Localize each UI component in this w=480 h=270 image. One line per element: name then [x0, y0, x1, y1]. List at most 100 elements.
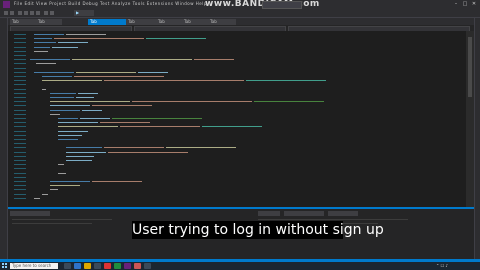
store-icon[interactable]: [94, 263, 101, 269]
code-token: [36, 63, 56, 65]
code-token: [50, 181, 90, 182]
right-dock-strip[interactable]: [474, 18, 480, 260]
code-token: [66, 147, 102, 149]
line-number: [14, 113, 26, 115]
line-number: [14, 59, 26, 61]
maximize-icon[interactable]: □: [461, 1, 469, 7]
code-token: [50, 113, 60, 115]
code-token: [66, 151, 106, 153]
line-number: [14, 97, 26, 98]
code-token: [66, 160, 92, 161]
line-number: [14, 84, 26, 86]
code-token: [92, 105, 152, 107]
left-dock-strip[interactable]: [0, 18, 8, 260]
code-token: [34, 34, 64, 35]
panel-tab[interactable]: [284, 211, 324, 216]
scrollbar-thumb[interactable]: [468, 37, 472, 97]
code-token: [146, 38, 206, 40]
line-number: [14, 185, 26, 187]
code-token: [104, 80, 244, 82]
code-token: [58, 164, 64, 166]
close-icon[interactable]: ✕: [470, 1, 478, 7]
code-token: [254, 101, 324, 103]
code-token: [100, 122, 150, 124]
code-token: [58, 122, 98, 124]
code-token: [54, 38, 144, 40]
windows-start-button[interactable]: [2, 263, 8, 269]
title-bar: File Edit View Project Build Debug Test …: [0, 0, 480, 9]
code-token: [34, 71, 74, 73]
visual-studio-taskbar-icon[interactable]: [124, 263, 131, 269]
line-number: [14, 147, 26, 149]
toolbar: ▶: [0, 9, 480, 18]
code-token: [42, 76, 72, 77]
line-number: [14, 50, 26, 52]
code-token: [50, 185, 80, 187]
code-token: [120, 126, 200, 128]
line-number: [14, 197, 26, 199]
file-explorer-icon[interactable]: [84, 263, 91, 269]
panel-tab[interactable]: [328, 211, 358, 216]
open-icon[interactable]: [24, 11, 28, 15]
code-token: [34, 42, 56, 44]
panel-tab[interactable]: [258, 211, 280, 216]
code-token: [246, 80, 326, 82]
redo-icon[interactable]: [50, 11, 54, 15]
task-view-icon[interactable]: [64, 263, 71, 269]
line-number-gutter: [8, 31, 34, 207]
code-token: [78, 92, 98, 94]
line-number: [14, 42, 26, 44]
code-token: [74, 76, 164, 77]
back-icon[interactable]: [4, 11, 8, 15]
code-token: [108, 151, 188, 153]
code-token: [50, 92, 76, 94]
code-token: [34, 50, 48, 52]
undo-icon[interactable]: [44, 11, 48, 15]
code-token: [50, 105, 90, 107]
line-number: [14, 130, 26, 132]
line-number: [14, 34, 26, 35]
line-number: [14, 172, 26, 174]
taskbar-search-input[interactable]: Type here to search: [10, 263, 58, 269]
minimize-icon[interactable]: –: [452, 1, 460, 7]
line-number: [14, 80, 26, 82]
editor-scrollbar[interactable]: [466, 31, 474, 207]
code-token: [112, 118, 202, 119]
code-token: [50, 101, 130, 103]
code-token: [50, 189, 58, 191]
bandicam-taskbar-icon[interactable]: [134, 263, 141, 269]
code-token: [66, 155, 94, 157]
code-token: [42, 193, 48, 195]
taskbar-app-icon[interactable]: [144, 263, 151, 269]
code-token: [58, 172, 66, 174]
line-number: [14, 134, 26, 136]
code-token: [132, 101, 252, 103]
menu-bar[interactable]: File Edit View Project Build Debug Test …: [14, 1, 207, 6]
line-number: [14, 38, 26, 40]
new-file-icon[interactable]: [18, 11, 22, 15]
line-number: [14, 151, 26, 153]
line-number: [14, 109, 26, 111]
code-token: [58, 130, 88, 132]
taskbar-app-icon[interactable]: [114, 263, 121, 269]
taskbar-app-icon[interactable]: [104, 263, 111, 269]
windows-taskbar: Type here to search ⌃ ☐ ♪: [0, 262, 480, 270]
start-debug-button[interactable]: ▶: [74, 10, 94, 16]
panel-tab[interactable]: [10, 211, 50, 216]
code-token: [30, 59, 70, 61]
save-icon[interactable]: [30, 11, 34, 15]
code-token: [34, 46, 50, 48]
code-editor[interactable]: [8, 31, 466, 207]
code-token: [58, 126, 118, 128]
search-input[interactable]: [262, 1, 302, 9]
visual-studio-logo-icon: [3, 1, 10, 8]
code-token: [58, 42, 88, 44]
edge-browser-icon[interactable]: [74, 263, 81, 269]
line-number: [14, 168, 26, 170]
forward-icon[interactable]: [10, 11, 14, 15]
line-number: [14, 181, 26, 182]
save-all-icon[interactable]: [36, 11, 40, 15]
line-number: [14, 193, 26, 195]
code-token: [166, 147, 236, 149]
system-tray[interactable]: ⌃ ☐ ♪: [436, 263, 448, 269]
